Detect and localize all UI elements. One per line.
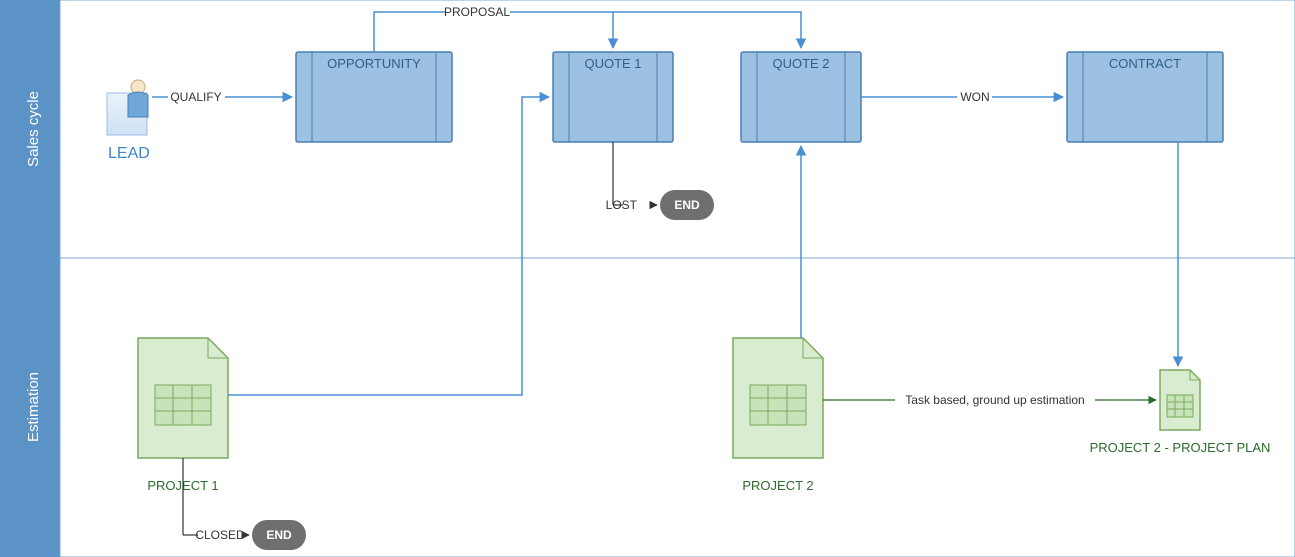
quote2-node: QUOTE 2 — [741, 52, 861, 142]
sales-lane-label: Sales cycle — [25, 91, 42, 167]
end1-node: END — [660, 190, 714, 220]
quote1-node: QUOTE 1 — [553, 52, 673, 142]
contract-label: CONTRACT — [1109, 56, 1181, 71]
end1-label: END — [674, 198, 700, 212]
qualify-label: QUALIFY — [170, 90, 221, 104]
opportunity-node: OPPORTUNITY — [296, 52, 452, 142]
spreadsheet-icon — [750, 385, 806, 425]
quote1-label: QUOTE 1 — [584, 56, 641, 71]
diagram-canvas: Sales cycle Estimation LEAD OPPORTUNITY … — [0, 0, 1295, 557]
lead-label: LEAD — [108, 145, 150, 162]
closed-label: CLOSED — [195, 528, 245, 542]
person-body-icon — [128, 92, 148, 117]
taskbased-label: Task based, ground up estimation — [905, 393, 1084, 407]
quote2-label: QUOTE 2 — [772, 56, 829, 71]
proposal-label: PROPOSAL — [444, 5, 510, 19]
estimation-lane-label: Estimation — [25, 372, 42, 442]
estimation-lane-body — [60, 258, 1295, 557]
end2-label: END — [266, 528, 292, 542]
project2-plan-label: PROJECT 2 - PROJECT PLAN — [1090, 440, 1271, 455]
won-label: WON — [960, 90, 989, 104]
end2-node: END — [252, 520, 306, 550]
project2-label: PROJECT 2 — [742, 478, 813, 493]
spreadsheet-icon — [1167, 395, 1193, 417]
contract-node: CONTRACT — [1067, 52, 1223, 142]
opportunity-label: OPPORTUNITY — [327, 56, 421, 71]
lost-label: LOST — [606, 198, 638, 212]
spreadsheet-icon — [155, 385, 211, 425]
